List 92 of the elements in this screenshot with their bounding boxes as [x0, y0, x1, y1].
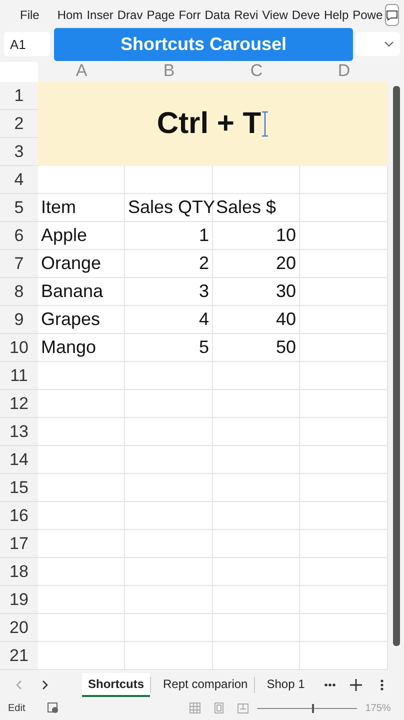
row-header[interactable]: 6 [0, 222, 38, 250]
table-cell: 20 [276, 253, 296, 274]
accessibility-icon[interactable] [47, 702, 60, 714]
table-cell: 50 [276, 337, 296, 358]
table-cell: 4 [198, 309, 209, 330]
empty-cell[interactable] [125, 390, 213, 418]
row-header[interactable]: 2 [0, 110, 38, 138]
table-cell: 30 [276, 281, 296, 302]
ribbon-tab[interactable]: Page [144, 8, 177, 22]
table-cell: Item [41, 197, 76, 218]
row-header[interactable]: 17 [0, 530, 38, 558]
slider-thumb[interactable] [312, 704, 314, 712]
empty-cell[interactable] [213, 642, 300, 670]
table-cell: 2 [198, 253, 209, 274]
table-cell: Banana [41, 281, 104, 302]
row-header[interactable]: 13 [0, 418, 38, 446]
row-header[interactable]: 9 [0, 306, 38, 334]
comment-button[interactable] [384, 4, 399, 26]
row-header[interactable]: 10 [0, 334, 38, 362]
empty-cell[interactable] [125, 530, 213, 558]
row-header[interactable]: 7 [0, 250, 38, 278]
table-cell: 1 [198, 225, 209, 246]
table-cell: 10 [276, 225, 296, 246]
table-cell: Sales $ [216, 197, 276, 218]
table-cell: 5 [198, 337, 209, 358]
row-header[interactable]: 20 [0, 614, 38, 642]
ribbon-tab[interactable]: Powe [350, 8, 385, 22]
scrollbar[interactable] [392, 86, 400, 646]
ribbon-tab[interactable]: Deve [290, 8, 322, 22]
comment-icon [386, 10, 398, 20]
page-layout-icon[interactable] [213, 702, 226, 714]
empty-cell[interactable] [125, 418, 213, 446]
empty-cell[interactable] [125, 362, 213, 390]
row-header[interactable]: 8 [0, 278, 38, 306]
table-cell: 3 [198, 281, 209, 302]
ribbon-tab[interactable]: Forr [176, 8, 203, 22]
formula-field[interactable] [356, 32, 400, 56]
table-cell: Apple [41, 225, 88, 246]
row-header[interactable]: 12 [0, 390, 38, 418]
sheet-tab[interactable]: Shop 1 [260, 673, 311, 697]
row-header[interactable]: 19 [0, 586, 38, 614]
empty-cell[interactable] [125, 614, 213, 642]
empty-cell[interactable] [125, 642, 213, 670]
table-cell: Mango [41, 337, 96, 358]
shortcut-title: Ctrl + T [156, 107, 262, 141]
row-header[interactable]: 4 [0, 166, 38, 194]
text-cursor-icon [261, 111, 270, 137]
ribbon-tab[interactable]: Data [202, 8, 232, 22]
ribbon-tab[interactable]: Hom [55, 8, 85, 22]
row-header[interactable]: 1 [0, 82, 38, 110]
ribbon-tab[interactable]: Revi [232, 8, 260, 22]
ribbon-tab[interactable]: View [260, 8, 290, 22]
chevron-icon[interactable] [384, 41, 394, 47]
row-header[interactable]: 5 [0, 194, 38, 222]
table-cell: Orange [41, 253, 102, 274]
row-header[interactable]: 3 [0, 138, 38, 166]
empty-cell[interactable] [213, 530, 300, 558]
empty-cell[interactable] [213, 586, 300, 614]
ribbon-tab[interactable]: Drav [115, 8, 145, 22]
empty-cell[interactable] [125, 502, 213, 530]
empty-cell[interactable] [213, 614, 300, 642]
ribbon-tab[interactable]: Help [322, 8, 351, 22]
empty-cell[interactable] [213, 418, 300, 446]
table-cell: Grapes [41, 309, 100, 330]
add-sheet-icon[interactable] [348, 678, 363, 692]
empty-cell[interactable] [125, 586, 213, 614]
row-header[interactable]: 21 [0, 642, 38, 670]
empty-cell[interactable] [213, 502, 300, 530]
empty-cell[interactable] [125, 558, 213, 586]
empty-cell[interactable] [125, 474, 213, 502]
row-header[interactable]: 11 [0, 362, 38, 390]
empty-cell[interactable] [213, 446, 300, 474]
sheet-tab[interactable]: Shortcuts [82, 673, 150, 697]
name-box[interactable]: A1 [4, 32, 50, 56]
normal-view-icon[interactable] [189, 702, 202, 714]
empty-cell[interactable] [213, 558, 300, 586]
empty-cell[interactable] [213, 362, 300, 390]
empty-cell[interactable] [213, 474, 300, 502]
ribbon-tab[interactable]: Inser [84, 8, 116, 22]
table-cell: Sales QTY [128, 197, 216, 218]
empty-cell[interactable] [213, 390, 300, 418]
ribbon-tab[interactable]: File [18, 8, 42, 22]
page-break-icon[interactable] [237, 702, 250, 714]
table-cell: 40 [276, 309, 296, 330]
row-header[interactable]: 14 [0, 446, 38, 474]
row-header[interactable]: 16 [0, 502, 38, 530]
row-header[interactable]: 18 [0, 558, 38, 586]
row-header[interactable]: 15 [0, 474, 38, 502]
sheet-tab[interactable]: Rept comparion [157, 673, 254, 697]
empty-cell[interactable] [125, 446, 213, 474]
status-mode: Edit [8, 702, 26, 714]
carousel-banner: Shortcuts Carousel [54, 28, 353, 61]
